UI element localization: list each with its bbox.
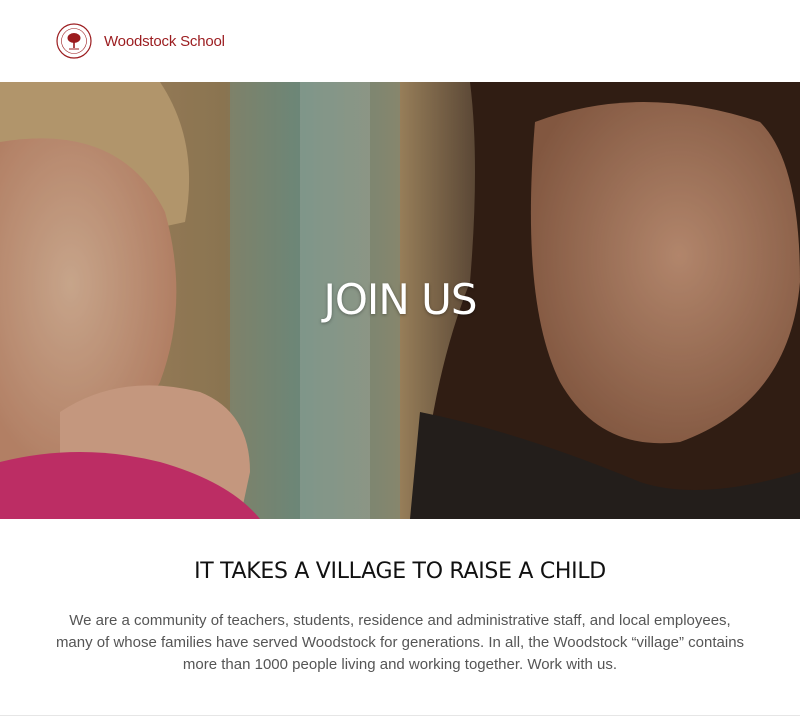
site-header: Woodstock School bbox=[0, 0, 800, 82]
divider bbox=[0, 715, 800, 716]
hero-title: JOIN US bbox=[323, 275, 477, 324]
hero-banner: JOIN US bbox=[0, 82, 800, 519]
school-seal-icon bbox=[56, 23, 92, 59]
main-content: IT TAKES A VILLAGE TO RAISE A CHILD We a… bbox=[0, 519, 800, 676]
home-logo-link[interactable]: Woodstock School bbox=[56, 23, 225, 59]
school-name: Woodstock School bbox=[104, 32, 225, 50]
intro-paragraph: We are a community of teachers, students… bbox=[55, 612, 745, 673]
section-title: IT TAKES A VILLAGE TO RAISE A CHILD bbox=[194, 559, 606, 584]
